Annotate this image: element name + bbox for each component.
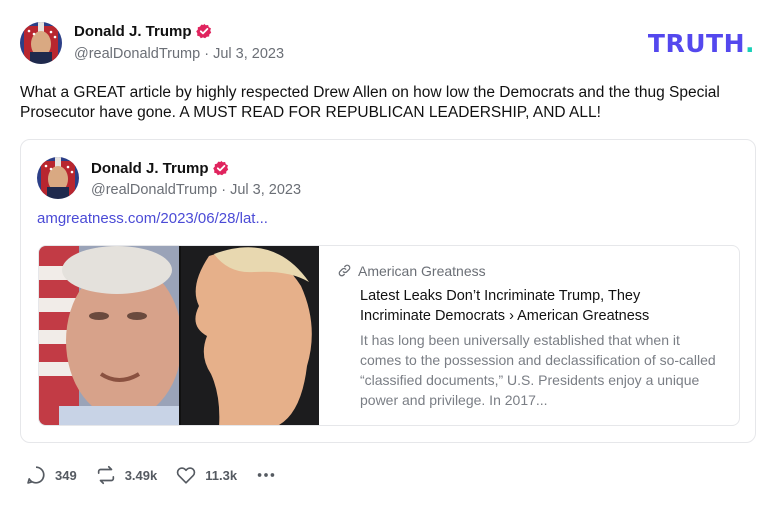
reply-icon	[27, 466, 45, 484]
reply-button[interactable]: 349	[25, 464, 77, 486]
verified-badge-icon	[212, 160, 229, 181]
quoted-author-avatar[interactable]	[37, 157, 79, 199]
like-button[interactable]: 11.3k	[175, 464, 237, 486]
post-date[interactable]: Jul 3, 2023	[213, 46, 284, 62]
meta-separator: ·	[204, 46, 210, 62]
card-title[interactable]: Latest Leaks Don’t Incriminate Trump, Th…	[360, 286, 700, 326]
truth-logo[interactable]: TRUTH.	[648, 29, 755, 58]
meta-separator: ·	[221, 182, 227, 198]
article-thumbnail	[39, 246, 319, 425]
author-name[interactable]: Donald J. Trump	[74, 23, 192, 40]
author-avatar[interactable]	[20, 22, 62, 64]
card-source: American Greatness	[337, 263, 486, 279]
quoted-author-name[interactable]: Donald J. Trump	[91, 160, 209, 177]
retruth-count: 3.49k	[124, 467, 158, 483]
brand-text: TRUTH	[647, 29, 745, 58]
article-link[interactable]: amgreatness.com/2023/06/28/lat...	[37, 210, 268, 227]
card-description: It has long been universally established…	[360, 332, 716, 408]
link-preview-card[interactable]: American Greatness Latest Leaks Don’t In…	[38, 245, 740, 426]
brand-dot: .	[745, 29, 755, 58]
post-actions: 349 3.49k 11.3k	[25, 463, 303, 487]
link-icon	[338, 264, 351, 277]
quoted-author-handle[interactable]: @realDonaldTrump	[91, 182, 217, 198]
verified-badge-icon	[195, 23, 212, 44]
card-source-name: American Greatness	[358, 263, 486, 279]
like-count: 11.3k	[205, 467, 238, 483]
quoted-post[interactable]: Donald J. Trump @realDonaldTrump · Jul 3…	[20, 139, 756, 443]
retruth-icon	[97, 465, 114, 485]
quoted-post-date[interactable]: Jul 3, 2023	[230, 182, 301, 198]
more-icon	[257, 473, 275, 477]
more-button[interactable]	[255, 464, 285, 486]
reply-count: 349	[55, 467, 77, 483]
like-icon	[176, 467, 196, 484]
retruth-button[interactable]: 3.49k	[95, 464, 158, 486]
post-text: What a GREAT article by highly respected…	[20, 84, 720, 121]
author-handle[interactable]: @realDonaldTrump	[74, 46, 200, 62]
